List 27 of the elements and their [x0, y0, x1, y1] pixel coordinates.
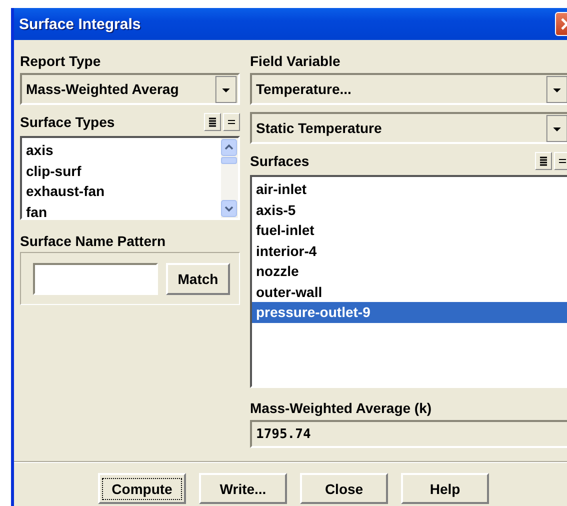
report-type-dropdown[interactable]: Mass-Weighted Averag: [20, 73, 240, 105]
surface-name-pattern-label: Surface Name Pattern: [20, 232, 166, 250]
list-item[interactable]: exhaust-fan: [22, 181, 221, 202]
result-field: 1795.74: [250, 420, 567, 448]
report-type-label: Report Type: [20, 52, 101, 70]
field-variable-dropdown[interactable]: Temperature...: [250, 73, 567, 105]
list-item[interactable]: axis: [22, 140, 221, 160]
result-label: Mass-Weighted Average (k): [250, 399, 432, 417]
list-item[interactable]: pressure-outlet-9: [252, 302, 567, 322]
field-variable-label: Field Variable: [250, 52, 340, 70]
dialog-button[interactable]: Compute: [98, 473, 186, 504]
list-item[interactable]: air-inlet: [252, 179, 567, 200]
dialog-button[interactable]: Help: [401, 473, 489, 504]
list-item[interactable]: fuel-inlet: [252, 220, 567, 240]
field-subvariable-dropdown[interactable]: Static Temperature: [250, 112, 567, 144]
window-title: Surface Integrals: [19, 16, 141, 32]
list-item[interactable]: fan: [22, 202, 221, 222]
list-item[interactable]: interior-4: [252, 240, 567, 261]
match-button[interactable]: Match: [166, 262, 230, 294]
list-item[interactable]: axis-5: [252, 200, 567, 220]
list-item[interactable]: nozzle: [252, 261, 567, 282]
surfaces-label: Surfaces: [250, 152, 310, 170]
surface-types-label: Surface Types: [20, 113, 115, 131]
list-item[interactable]: outer-wall: [252, 282, 567, 302]
dialog-button[interactable]: Close: [300, 473, 388, 504]
dialog-button[interactable]: Write...: [199, 473, 287, 504]
list-item[interactable]: clip-surf: [22, 160, 221, 181]
